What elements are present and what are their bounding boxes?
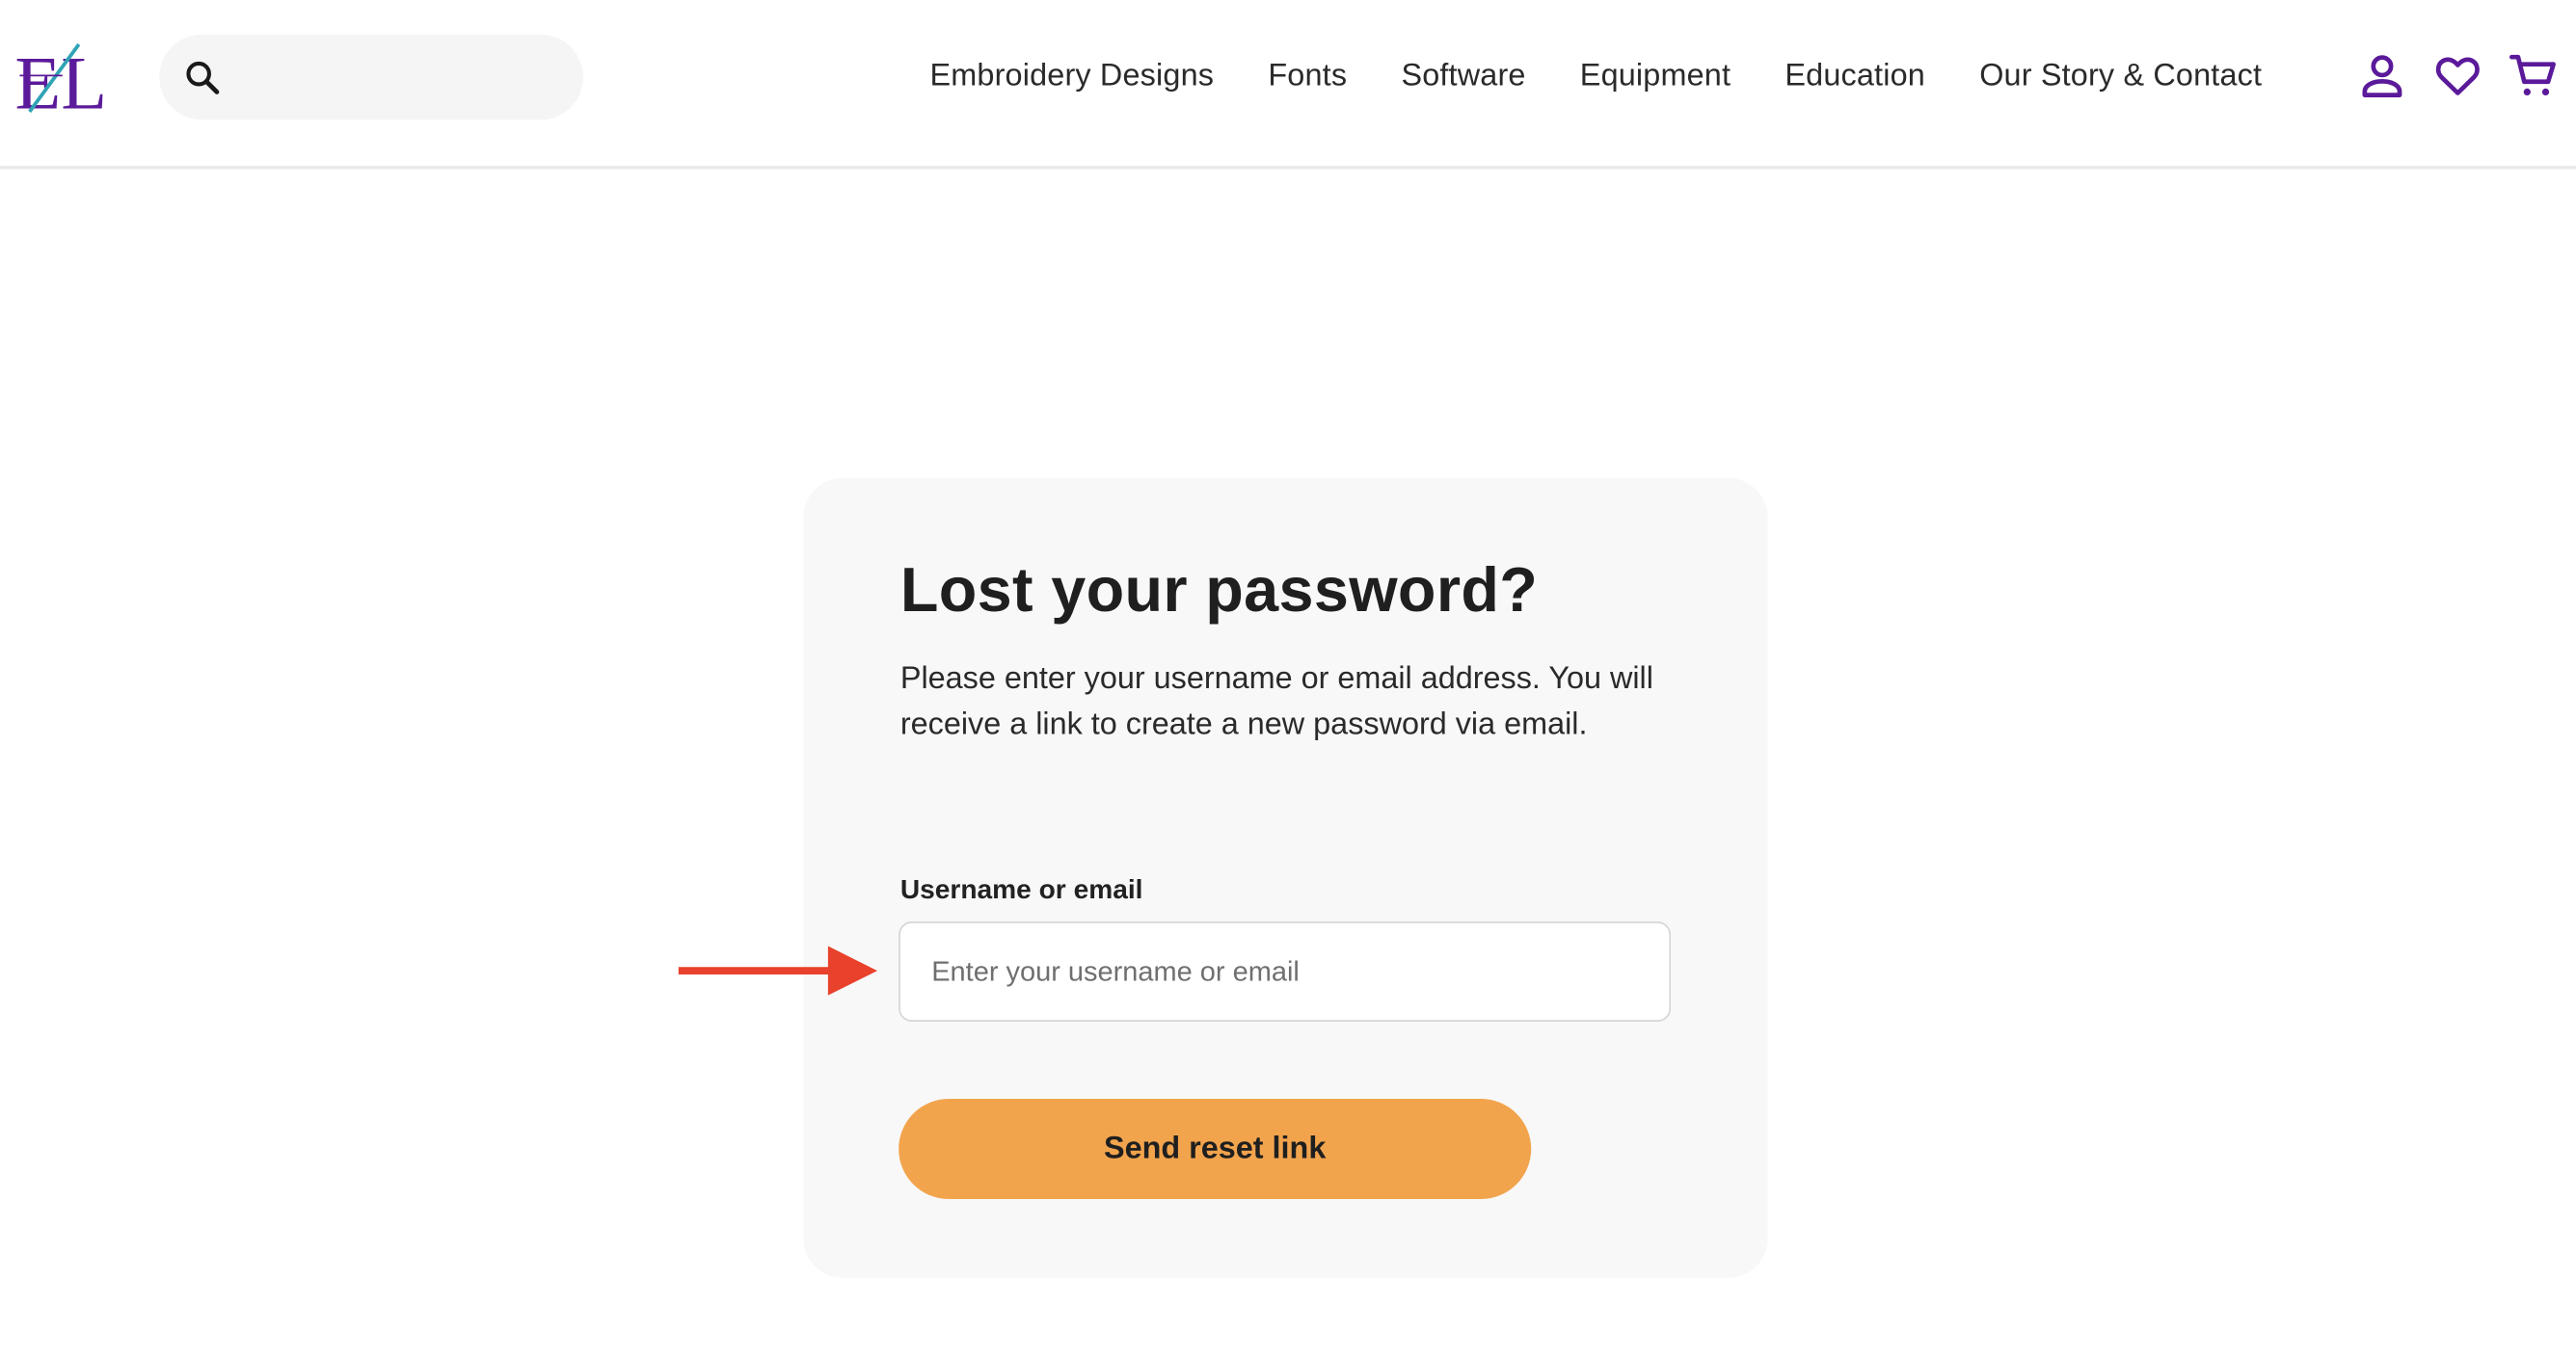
wishlist-heart-icon [2435, 57, 2480, 95]
username-email-input[interactable] [899, 921, 1672, 1022]
nav-equipment[interactable]: Equipment [1580, 59, 1731, 94]
main-nav: Embroidery Designs Fonts Software Equipm… [930, 56, 2263, 98]
site-header: EL Embroidery Designs Fonts Software Equ… [0, 0, 2576, 170]
form-description: Please enter your username or email addr… [899, 661, 1653, 743]
account-button[interactable] [2356, 49, 2409, 102]
search-input[interactable] [238, 61, 567, 94]
cart-icon [2509, 54, 2556, 96]
lost-password-card: Lost your password? Please enter your us… [803, 477, 1768, 1278]
username-email-label: Username or email [899, 875, 1143, 905]
send-reset-link-button[interactable]: Send reset link [899, 1099, 1532, 1199]
annotation-arrow-icon [678, 946, 877, 996]
cart-button[interactable] [2507, 49, 2560, 102]
page-title: Lost your password? [899, 556, 1539, 627]
nav-software[interactable]: Software [1401, 59, 1525, 94]
account-icon [2362, 55, 2402, 97]
search-bar[interactable] [159, 34, 583, 120]
nav-our-story-contact[interactable]: Our Story & Contact [1979, 59, 2262, 94]
wishlist-button[interactable] [2431, 49, 2484, 102]
nav-fonts[interactable]: Fonts [1268, 59, 1347, 94]
site-logo[interactable]: EL [13, 40, 121, 124]
nav-embroidery-designs[interactable]: Embroidery Designs [930, 59, 1215, 94]
logo-letters: EL [14, 40, 107, 115]
page: EL Embroidery Designs Fonts Software Equ… [0, 0, 2576, 1361]
logo-el-mark: EL [14, 40, 107, 124]
search-icon[interactable] [182, 58, 222, 97]
header-actions [2356, 49, 2560, 102]
nav-education[interactable]: Education [1784, 59, 1925, 94]
